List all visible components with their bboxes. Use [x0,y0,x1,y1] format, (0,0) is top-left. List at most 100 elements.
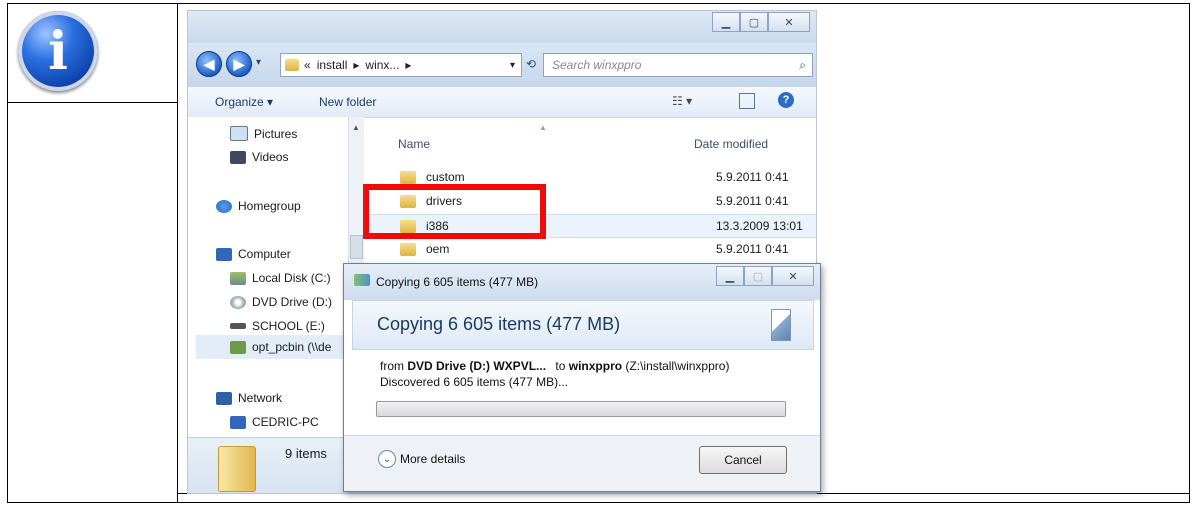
info-icon: i [18,11,98,91]
destination-link[interactable]: winxppro [569,359,622,373]
address-input[interactable]: « install ▸ winx... ▸ ▾ [280,53,522,77]
breadcrumb-overflow[interactable]: « [304,58,311,72]
chevron-down-icon[interactable]: ⌄ [378,450,396,468]
folder-icon [285,59,299,71]
nav-label: CEDRIC-PC [252,415,319,429]
nav-label: Computer [238,247,291,261]
refresh-icon[interactable]: ⟲ [522,55,540,73]
scroll-up-icon[interactable]: ▲ [352,123,360,132]
to-label: to [555,359,566,373]
nav-item-computer[interactable]: Computer [216,247,291,261]
nav-label: SCHOOL (E:) [252,319,325,333]
explorer-titlebar: ▁ ▢ ✕ [188,11,816,43]
file-row-oem[interactable]: oem 5.9.2011 0:41 [364,238,816,260]
nav-label: Local Disk (C:) [252,271,331,285]
forward-button[interactable]: ▶ [226,51,252,77]
dialog-header: Copying 6 605 items (477 MB) [352,300,814,350]
nav-item-local-disk[interactable]: Local Disk (C:) [230,271,331,285]
nav-item-dvd-drive[interactable]: DVD Drive (D:) [230,295,332,309]
breadcrumb-winx[interactable]: winx... [365,58,399,72]
search-placeholder: Search winxppro [552,58,642,72]
copy-dialog: Copying 6 605 items (477 MB) ▁ ▢ ✕ Copyi… [343,263,821,492]
computer-icon [216,247,232,261]
file-date: 5.9.2011 0:41 [716,242,789,256]
nav-item-school[interactable]: SCHOOL (E:) [230,319,325,333]
folder-icon [400,170,416,184]
new-folder-button[interactable]: New folder [319,95,376,109]
nav-label: opt_pcbin (\\de [252,340,332,354]
item-count: 9 items [285,446,327,461]
dialog-title: Copying 6 605 items (477 MB) [376,275,539,289]
network-icon [216,391,232,405]
computer-icon [230,415,246,429]
dialog-body: from DVD Drive (D:) WXPVL... to winxppro… [380,358,729,390]
nav-item-cedric-pc[interactable]: CEDRIC-PC [230,415,319,429]
videos-icon [230,150,246,164]
back-button[interactable]: ◀ [196,51,222,77]
address-dropdown-icon[interactable]: ▾ [510,60,515,71]
search-icon[interactable]: ⌕ [799,58,806,73]
nav-item-videos[interactable]: Videos [230,150,288,164]
views-icon[interactable]: ☷ ▾ [672,94,692,108]
nav-label: Network [238,391,283,405]
network-drive-icon [230,340,246,354]
local-disk-icon [230,271,246,285]
usb-drive-icon [230,323,246,329]
more-details-link[interactable]: More details [400,452,465,466]
cancel-button[interactable]: Cancel [699,446,787,474]
copy-icon [354,274,370,286]
maximize-button[interactable]: ▢ [740,12,768,32]
nav-item-network[interactable]: Network [216,391,282,405]
nav-item-opt-pcbin[interactable]: opt_pcbin (\\de [196,335,363,359]
folder-icon [218,446,256,492]
copy-animation-icon [771,309,791,341]
navigation-pane: Pictures Videos Homegroup Computer Local… [188,117,364,437]
breadcrumb-install[interactable]: install [317,58,348,72]
file-name: oem [426,242,450,256]
scrollbar-thumb[interactable] [350,235,363,259]
command-bar: Organize ▾ New folder ☷ ▾ ? [188,87,816,118]
table-row-divider [7,102,177,103]
search-input[interactable]: Search winxppro ⌕ [543,53,813,77]
sort-indicator-icon: ▲ [539,123,547,132]
column-header-name[interactable]: Name [398,137,430,151]
file-date: 5.9.2011 0:41 [716,194,789,208]
minimize-button[interactable]: ▁ [712,12,740,32]
window-controls: ▁ ▢ ✕ [712,12,810,32]
history-dropdown-icon[interactable]: ▾ [256,57,261,68]
pictures-icon [230,126,248,141]
nav-item-homegroup[interactable]: Homegroup [216,199,301,213]
close-button[interactable]: ✕ [772,266,814,286]
highlight-box [363,184,546,239]
progress-bar [376,401,786,417]
minimize-button[interactable]: ▁ [716,266,744,286]
table-column-divider [177,3,178,503]
maximize-button: ▢ [744,266,772,286]
nav-label: DVD Drive (D:) [252,295,332,309]
close-button[interactable]: ✕ [768,12,810,32]
copy-route: from DVD Drive (D:) WXPVL... to winxppro… [380,358,729,374]
file-date: 5.9.2011 0:41 [716,170,789,184]
file-date: 13.3.2009 13:01 [716,219,803,233]
file-name: custom [426,170,465,184]
breadcrumb-separator[interactable]: ▸ [353,58,359,72]
nav-item-pictures[interactable]: Pictures [230,126,297,141]
folder-icon [400,242,416,256]
dialog-titlebar: Copying 6 605 items (477 MB) ▁ ▢ ✕ [344,264,820,300]
preview-pane-icon[interactable] [739,93,755,109]
nav-label: Videos [252,150,289,164]
nav-label: Homegroup [238,199,301,213]
dialog-window-controls: ▁ ▢ ✕ [716,266,814,286]
from-label: from [380,359,404,373]
organize-menu[interactable]: Organize ▾ [215,95,273,109]
nav-label: Pictures [254,126,298,141]
breadcrumb-separator[interactable]: ▸ [405,58,411,72]
destination-path: (Z:\install\winxppro) [625,359,730,373]
homegroup-icon [216,199,232,213]
column-header-date[interactable]: Date modified [694,137,768,151]
help-icon[interactable]: ? [778,92,794,108]
discovered-status: Discovered 6 605 items (477 MB)... [380,375,569,389]
dialog-heading: Copying 6 605 items (477 MB) [377,314,621,334]
dialog-footer: ⌄ More details Cancel [344,435,820,491]
source-link[interactable]: DVD Drive (D:) WXPVL... [407,359,546,373]
